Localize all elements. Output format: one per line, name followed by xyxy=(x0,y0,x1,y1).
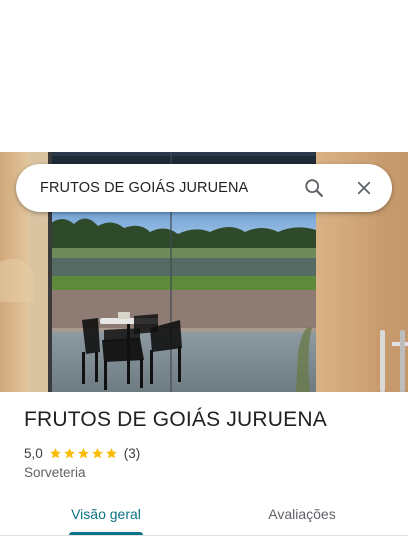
tabs-divider xyxy=(0,535,408,536)
tab-overview[interactable]: Visão geral xyxy=(48,496,164,536)
place-title: FRUTOS DE GOIÁS JURUENA xyxy=(24,408,327,431)
close-icon[interactable] xyxy=(346,170,382,206)
search-bar[interactable]: FRUTOS DE GOIÁS JURUENA xyxy=(16,164,392,212)
tab-reviews[interactable]: Avaliações xyxy=(244,496,360,536)
rating-row[interactable]: 5,0 (3) xyxy=(24,444,140,462)
map-blank-area xyxy=(0,0,408,152)
star-icon xyxy=(49,447,61,458)
rating-value: 5,0 xyxy=(24,445,43,461)
place-category: Sorveteria xyxy=(24,465,86,480)
star-icon xyxy=(77,447,89,458)
star-icon xyxy=(63,447,75,458)
place-tabs: Visão geral Avaliações xyxy=(0,496,408,544)
star-rating xyxy=(49,447,119,460)
star-icon xyxy=(91,447,103,458)
search-icon[interactable] xyxy=(296,170,332,206)
review-count[interactable]: (3) xyxy=(124,446,141,461)
search-input[interactable]: FRUTOS DE GOIÁS JURUENA xyxy=(40,164,248,212)
star-icon xyxy=(105,447,117,458)
